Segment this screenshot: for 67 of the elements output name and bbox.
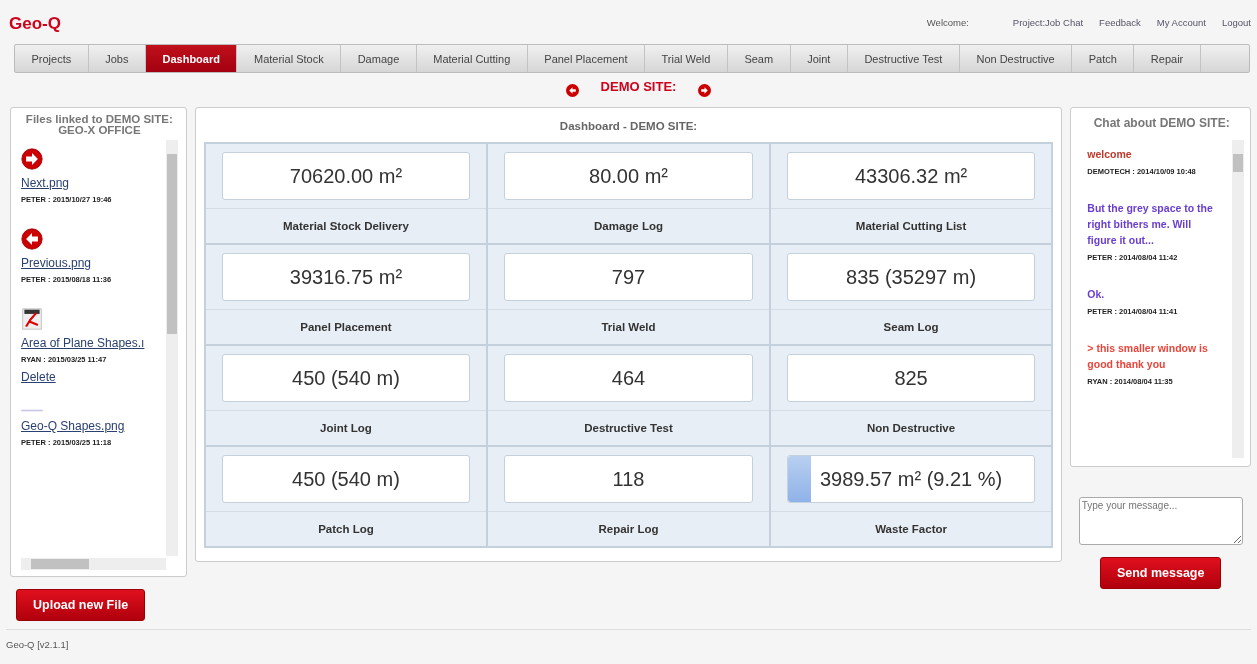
stat-value: 464 [611, 366, 646, 390]
file-link[interactable]: Geo-Q Shapes.png [21, 419, 166, 433]
file-link[interactable]: Previous.png [21, 256, 166, 270]
header-link[interactable]: Logout [1221, 16, 1251, 28]
scrollbar[interactable] [165, 140, 178, 556]
stat-value: 450 (540 m) [292, 366, 400, 390]
stat-value: 3989.57 m² (9.21 %) [819, 467, 1003, 491]
nav-tab[interactable]: Destructive Test [847, 45, 960, 72]
files-title: Files linked to DEMO SITE: GEO-X OFFICE [24, 114, 174, 136]
stat-label: Seam Log [770, 309, 1052, 344]
next-arrow-icon[interactable] [698, 83, 712, 97]
nav-tab[interactable]: Material Stock [237, 45, 342, 72]
stat-value: 118 [612, 467, 645, 491]
app-logo: Geo-Q [9, 14, 61, 34]
header-link[interactable]: My Account [1156, 16, 1206, 28]
send-button[interactable]: Send message [1099, 557, 1222, 589]
chat-message: welcome [1087, 147, 1132, 162]
header-link[interactable]: Project:Job Chat [1012, 16, 1084, 28]
nav-tab[interactable]: Seam [727, 45, 791, 72]
stat-label: Material Stock Delivery [205, 208, 487, 243]
image-placeholder-icon [21, 408, 43, 413]
nav-tab[interactable]: Patch [1072, 45, 1135, 72]
stat-label: Non Destructive [770, 410, 1052, 445]
stat-value: 70620.00 m² [289, 164, 403, 188]
nav-tab[interactable]: Panel Placement [527, 45, 645, 72]
stat-label: Joint Log [205, 410, 487, 445]
stat-value: 450 (540 m) [292, 467, 400, 491]
stat-label: Panel Placement [205, 309, 487, 344]
stat-label: Waste Factor [770, 511, 1052, 546]
stat-label: Repair Log [488, 511, 769, 546]
stat-label: Patch Log [205, 511, 487, 546]
stat-value: 835 (35297 m) [846, 265, 977, 289]
horizontal-scrollbar[interactable] [21, 558, 166, 570]
nav-tab[interactable]: Non Destructive [959, 45, 1073, 72]
nav-tab[interactable]: Projects [15, 45, 89, 72]
stat-value: 43306.32 m² [854, 164, 968, 188]
dashboard-title: Dashboard - DEMO SITE: [558, 120, 699, 132]
site-title: DEMO SITE: [600, 78, 677, 94]
nav-tab[interactable]: Joint [790, 45, 848, 72]
stat-value: 825 [894, 366, 928, 390]
welcome-text: Welcome: [926, 16, 969, 28]
file-link[interactable]: Area of Plane Shapes.ı [21, 336, 166, 350]
nav-tab[interactable]: Trial Weld [644, 45, 728, 72]
chat-message: > this smaller window is good thank you [1087, 341, 1209, 372]
stat-value: 80.00 m² [589, 164, 668, 188]
stat-label: Material Cutting List [770, 208, 1052, 243]
stat-label: Destructive Test [488, 410, 769, 445]
scrollbar[interactable] [1232, 140, 1244, 458]
previous-arrow-icon[interactable] [565, 83, 579, 97]
upload-button[interactable]: Upload new File [16, 589, 146, 621]
header-link[interactable]: Feedback [1099, 16, 1141, 28]
stat-value: 797 [611, 265, 646, 289]
nav-tab[interactable]: Material Cutting [416, 45, 528, 72]
message-field[interactable]: Type your message... [1078, 497, 1243, 545]
stat-label: Damage Log [488, 208, 769, 243]
stat-value: 39316.75 m² [289, 265, 403, 289]
chat-title: Chat about DEMO SITE: [1092, 116, 1231, 130]
chat-message: Ok. [1087, 287, 1105, 302]
chat-message: But the grey space to the right bithers me. Will figure it out... [1087, 201, 1214, 248]
nav-tab[interactable]: Dashboard [146, 45, 238, 72]
file-link[interactable]: Next.png [21, 176, 166, 190]
nav-tab[interactable]: Damage [341, 45, 417, 72]
nav-tab[interactable]: Repair [1134, 45, 1201, 72]
delete-link[interactable]: Delete [21, 370, 166, 384]
pdf-icon [21, 308, 43, 330]
stat-label: Trial Weld [488, 309, 769, 344]
version-text: Geo-Q [v2.1.1] [6, 639, 69, 650]
